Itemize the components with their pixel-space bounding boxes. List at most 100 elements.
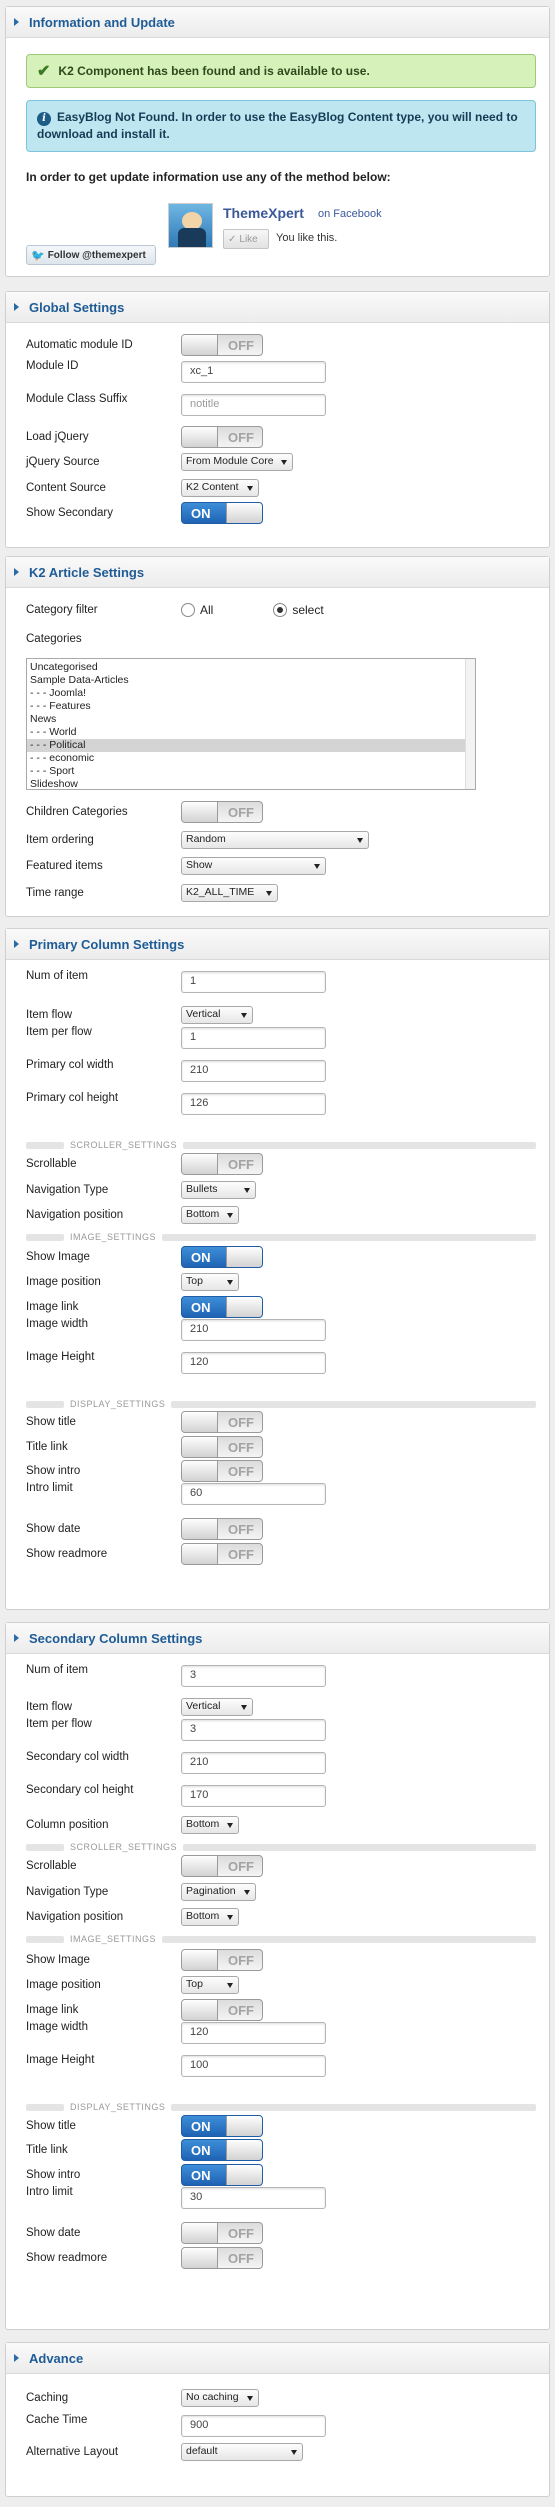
easyblog-info-alert: i EasyBlog Not Found. In order to use the… xyxy=(26,100,536,152)
row-navigation-position: Navigation position Bottom xyxy=(26,1905,536,1929)
advance-header[interactable]: Advance xyxy=(6,2343,549,2374)
secondary-column-settings-panel: Secondary Column Settings Num of item 3 It… xyxy=(5,1622,550,2330)
row-featured-items: Featured items Show xyxy=(26,854,536,878)
themexpert-avatar xyxy=(168,203,213,248)
col-height-input[interactable]: 170 xyxy=(181,1785,326,1807)
image-height-input[interactable]: 100 xyxy=(181,2055,326,2077)
collapse-arrow-icon xyxy=(14,303,19,311)
listbox-scrollbar[interactable] xyxy=(465,659,475,789)
featured-items-select[interactable]: Show xyxy=(181,857,326,875)
item-per-flow-input[interactable]: 1 xyxy=(181,1027,326,1049)
collapse-arrow-icon xyxy=(14,568,19,576)
category-option[interactable]: News xyxy=(27,713,465,726)
num-of-item-input[interactable]: 1 xyxy=(181,971,326,993)
row-item-ordering: Item ordering Random xyxy=(26,828,536,852)
load-jquery-toggle[interactable]: OFF xyxy=(181,426,263,448)
num-of-item-input[interactable]: 3 xyxy=(181,1665,326,1687)
categories-label: Categories xyxy=(26,633,82,645)
navigation-position-select[interactable]: Bottom xyxy=(181,1908,239,1926)
image-width-input[interactable]: 120 xyxy=(181,2022,326,2044)
category-option[interactable]: Slideshow xyxy=(27,778,465,789)
section-divider: SCROLLER_SETTINGS xyxy=(26,1841,536,1853)
panel-title: Secondary Column Settings xyxy=(29,1630,203,1646)
image-width-input[interactable]: 210 xyxy=(181,1319,326,1341)
navigation-type-select[interactable]: Pagination xyxy=(181,1883,256,1901)
module-class-suffix-input[interactable]: notitle xyxy=(181,394,326,416)
twitter-follow-button[interactable]: 🐦 Follow @themexpert xyxy=(26,245,156,265)
k2-article-settings-panel: K2 Article Settings Category filter All … xyxy=(5,556,550,917)
scrollable-toggle[interactable]: OFF xyxy=(181,1153,263,1175)
image-position-select[interactable]: Top xyxy=(181,1273,239,1291)
facebook-page-link[interactable]: ThemeXpert xyxy=(223,205,304,221)
show-title-toggle[interactable]: OFF xyxy=(181,1411,263,1433)
category-option[interactable]: - - - Sport xyxy=(27,765,465,778)
col-height-input[interactable]: 126 xyxy=(181,1093,326,1115)
show-date-toggle[interactable]: OFF xyxy=(181,2222,263,2244)
row-jquery-source: jQuery Source From Module Core xyxy=(26,450,536,474)
row-show-title: Show title OFF xyxy=(26,1410,536,1434)
image-height-input[interactable]: 120 xyxy=(181,1352,326,1374)
jquery-source-select[interactable]: From Module Core xyxy=(181,453,293,471)
secondary-column-settings-header[interactable]: Secondary Column Settings xyxy=(6,1623,549,1654)
show-secondary-toggle[interactable]: ON xyxy=(181,502,263,524)
category-filter-all-radio[interactable] xyxy=(181,603,195,617)
info-panel-header[interactable]: Information and Update xyxy=(6,7,549,38)
intro-limit-input[interactable]: 60 xyxy=(181,1483,326,1505)
info-panel: Information and Update ✔ K2 Component ha… xyxy=(5,6,550,277)
thumbs-up-icon: ✓ xyxy=(228,233,237,245)
item-per-flow-input[interactable]: 3 xyxy=(181,1719,326,1741)
categories-listbox[interactable]: Uncategorised Sample Data-Articles - - - J… xyxy=(26,658,476,790)
check-icon: ✔ xyxy=(37,63,51,80)
row-navigation-type: Navigation Type Bullets xyxy=(26,1178,536,1202)
cache-time-input[interactable]: 900 xyxy=(181,2415,326,2437)
children-categories-toggle[interactable]: OFF xyxy=(181,801,263,823)
row-navigation-position: Navigation position Bottom xyxy=(26,1203,536,1227)
panel-title: K2 Article Settings xyxy=(29,564,145,580)
primary-column-settings-header[interactable]: Primary Column Settings xyxy=(6,929,549,960)
image-position-select[interactable]: Top xyxy=(181,1976,239,1994)
category-option[interactable]: - - - World xyxy=(27,726,465,739)
global-settings-header[interactable]: Global Settings xyxy=(6,292,549,323)
col-width-input[interactable]: 210 xyxy=(181,1752,326,1774)
row-show-readmore: Show readmore OFF xyxy=(26,1542,536,1566)
show-date-toggle[interactable]: OFF xyxy=(181,1518,263,1540)
intro-limit-input[interactable]: 30 xyxy=(181,2187,326,2209)
automatic-module-id-toggle[interactable]: OFF xyxy=(181,334,263,356)
row-show-title: Show title ON xyxy=(26,2114,536,2138)
k2-article-settings-header[interactable]: K2 Article Settings xyxy=(6,557,549,588)
category-filter-select-radio[interactable] xyxy=(273,603,288,617)
primary-column-settings-panel: Primary Column Settings Num of item 1 Item… xyxy=(5,928,550,1610)
facebook-on-label: on Facebook xyxy=(318,208,382,220)
caching-select[interactable]: No caching xyxy=(181,2389,259,2407)
facebook-like-button[interactable]: ✓ Like xyxy=(223,229,269,249)
col-width-input[interactable]: 210 xyxy=(181,1060,326,1082)
content-source-select[interactable]: K2 Content xyxy=(181,479,259,497)
category-option[interactable]: - - - economic xyxy=(27,752,465,765)
show-image-toggle[interactable]: ON xyxy=(181,1246,263,1268)
column-position-select[interactable]: Bottom xyxy=(181,1816,239,1834)
navigation-type-select[interactable]: Bullets xyxy=(181,1181,256,1199)
scrollable-toggle[interactable]: OFF xyxy=(181,1855,263,1877)
show-readmore-toggle[interactable]: OFF xyxy=(181,1543,263,1565)
global-settings-panel: Global Settings Automatic module ID OFF … xyxy=(5,291,550,548)
alternative-layout-select[interactable]: default xyxy=(181,2443,303,2461)
item-ordering-select[interactable]: Random xyxy=(181,831,369,849)
navigation-position-select[interactable]: Bottom xyxy=(181,1206,239,1224)
collapse-arrow-icon xyxy=(14,940,19,948)
section-divider: DISPLAY_SETTINGS xyxy=(26,1398,536,1410)
category-option[interactable]: Uncategorised xyxy=(27,661,465,674)
category-option[interactable]: - - - Features xyxy=(27,700,465,713)
collapse-arrow-icon xyxy=(14,1634,19,1642)
title-link-toggle[interactable]: OFF xyxy=(181,1436,263,1458)
category-option[interactable]: Sample Data-Articles xyxy=(27,674,465,687)
time-range-select[interactable]: K2_ALL_TIME xyxy=(181,884,278,902)
row-load-jquery: Load jQuery OFF xyxy=(26,425,536,449)
collapse-arrow-icon xyxy=(14,18,19,26)
module-id-input[interactable]: xc_1 xyxy=(181,361,326,383)
category-option[interactable]: - - - Political xyxy=(27,739,465,752)
show-title-toggle[interactable]: ON xyxy=(181,2115,263,2137)
show-image-toggle[interactable]: OFF xyxy=(181,1949,263,1971)
category-option[interactable]: - - - Joomla! xyxy=(27,687,465,700)
show-readmore-toggle[interactable]: OFF xyxy=(181,2247,263,2269)
title-link-toggle[interactable]: ON xyxy=(181,2139,263,2161)
